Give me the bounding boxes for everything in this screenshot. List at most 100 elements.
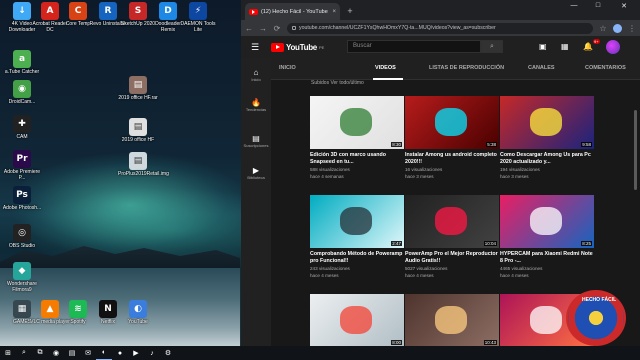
video-duration: 2:47: [391, 241, 402, 246]
channel-tabs: INICIO VIDEOS LISTAS DE REPRODUCCIÓN CANALE…: [271, 58, 640, 80]
desktop-icon-label: DroidCam...: [8, 99, 36, 105]
video-card[interactable]: 10:43: [405, 294, 499, 346]
guide-item[interactable]: ▶ Biblioteca: [241, 166, 271, 180]
create-video-icon[interactable]: ▣: [539, 42, 547, 51]
video-title[interactable]: Instalar Among us android completo 2020!…: [405, 152, 499, 166]
search-button[interactable]: ⌕: [481, 40, 503, 53]
menu-kebab-icon[interactable]: ⋮: [628, 24, 636, 33]
app-icon: Ps: [13, 186, 31, 204]
channel-tab[interactable]: CANALES: [528, 65, 555, 71]
search-input[interactable]: Buscar: [347, 40, 481, 53]
taskbar-item[interactable]: ◐: [96, 346, 112, 360]
taskbar-item[interactable]: ✉: [80, 346, 96, 360]
youtube-logo[interactable]: YouTube PE: [271, 42, 324, 52]
new-tab-button[interactable]: +: [344, 5, 356, 17]
desktop-icon[interactable]: ◆ Wondershare Filmora9: [2, 262, 42, 293]
video-duration: 8:25: [581, 241, 592, 246]
thumbnail-art: [340, 108, 372, 136]
url-field[interactable]: youtube.com/channel/UCZF1YsQhwHOmxY7Q-ta…: [287, 22, 593, 34]
app-icon: ⚡: [189, 2, 207, 20]
guide-item[interactable]: 🔥 Tendencias: [241, 98, 271, 112]
page-scrollbar[interactable]: [633, 80, 638, 340]
forward-icon[interactable]: →: [259, 24, 267, 33]
taskbar-item[interactable]: ⊞: [0, 346, 16, 360]
app-icon: R: [99, 2, 117, 20]
profile-avatar[interactable]: [613, 23, 622, 33]
desktop-icon[interactable]: ▤ 2019 office HF: [118, 118, 158, 143]
video-thumbnail[interactable]: 10:04: [405, 195, 499, 248]
thumbnail-art: [340, 306, 372, 334]
taskbar-item[interactable]: ⌕: [16, 346, 32, 360]
video-card[interactable]: 8:30 Edición 3D con marco usando Snapseed…: [310, 96, 404, 180]
video-card[interactable]: 9:58 Como Descargar Among Us para Pc 2020…: [500, 96, 594, 180]
desktop-icon[interactable]: ▤ 2019 office HF.rar: [118, 76, 158, 101]
video-title[interactable]: Como Descargar Among Us para Pc 2020 act…: [500, 152, 594, 166]
taskbar-item[interactable]: ⧉: [32, 346, 48, 360]
thumbnail-art: [435, 108, 467, 136]
video-title[interactable]: Comprobando Método de Poweramp pro Funci…: [310, 251, 404, 265]
desktop-icon-label: 2019 office HF.rar: [118, 95, 158, 101]
desktop-icon[interactable]: ▤ ProPlus2019Retail.img: [118, 152, 169, 177]
taskbar-item[interactable]: ▶: [128, 346, 144, 360]
video-card[interactable]: 5:38 Instalar Among us android completo 2…: [405, 96, 499, 180]
reload-icon[interactable]: ⟳: [273, 24, 281, 33]
desktop-icon[interactable]: Ps Adobe Photosh...: [2, 186, 42, 211]
channel-tab[interactable]: VIDEOS: [375, 65, 396, 71]
video-thumbnail[interactable]: 9:58: [500, 96, 594, 149]
desktop-icon[interactable]: Pr Adobe Premiere P...: [2, 150, 42, 181]
video-thumbnail[interactable]: 8:25: [500, 195, 594, 248]
desktop-icon[interactable]: ⚡ DAEMON Tools Lite: [178, 2, 218, 33]
video-card[interactable]: 10:04 PowerAmp Pro el Mejor Reproductor A…: [405, 195, 499, 279]
taskbar-item[interactable]: ♪: [144, 346, 160, 360]
desktop-icon[interactable]: a a.Tube Catcher: [2, 50, 42, 75]
taskbar-item[interactable]: ▤: [64, 346, 80, 360]
hamburger-menu-icon[interactable]: ☰: [251, 42, 265, 53]
channel-tab[interactable]: LISTAS DE REPRODUCCIÓN: [429, 65, 504, 71]
video-duration: 8:00: [391, 340, 402, 345]
app-icon: ◆: [13, 262, 31, 280]
guide-item[interactable]: ▤ Suscripciones: [241, 134, 271, 148]
video-title[interactable]: PowerAmp Pro el Mejor Reproductor Audio …: [405, 251, 499, 265]
video-card[interactable]: 2:47 Comprobando Método de Poweramp pro F…: [310, 195, 404, 279]
user-avatar[interactable]: [606, 40, 620, 54]
tab-strip: (12) Hecho Fácil - YouTube × + — □ ✕: [241, 0, 640, 20]
browser-tab-youtube[interactable]: (12) Hecho Fácil - YouTube ×: [245, 3, 340, 20]
notifications-bell-icon[interactable]: 🔔: [583, 42, 593, 51]
app-icon: ≋: [69, 300, 87, 318]
desktop-icon[interactable]: ◉ DroidCam...: [2, 80, 42, 105]
apps-grid-icon[interactable]: ▦: [561, 42, 569, 51]
taskbar-item[interactable]: ●: [112, 346, 128, 360]
video-thumbnail[interactable]: 10:43: [405, 294, 499, 346]
channel-tab[interactable]: INICIO: [279, 65, 296, 71]
video-title[interactable]: Edición 3D con marco usando Snapseed en …: [310, 152, 404, 166]
back-icon[interactable]: ←: [245, 24, 253, 33]
video-thumbnail[interactable]: 8:30: [310, 96, 404, 149]
video-title[interactable]: HYPERCAM para Xiaomi Redmi Note 8 Pro -.…: [500, 251, 594, 265]
taskbar-item[interactable]: ◉: [48, 346, 64, 360]
windows-taskbar: ⊞ ⌕ ⧉ ◉ ▤ ✉ ◐ ● ▶ ♪ ⚙: [0, 346, 640, 360]
taskbar-item[interactable]: ⚙: [160, 346, 176, 360]
desktop-icon-label: Adobe Premiere P...: [3, 169, 41, 181]
desktop-icon[interactable]: ✚ CAM: [2, 115, 42, 140]
guide-item[interactable]: ⌂ Inicio: [241, 68, 271, 82]
video-thumbnail[interactable]: 2:47: [310, 195, 404, 248]
video-views: 243 visualizaciones: [310, 266, 350, 271]
guide-item-icon: ▶: [252, 166, 260, 175]
desktop-icon[interactable]: ◎ OBS Studio: [2, 224, 42, 249]
video-thumbnail[interactable]: 5:38: [405, 96, 499, 149]
channel-tab[interactable]: COMENTARIOS: [585, 65, 626, 71]
video-duration: 5:38: [486, 142, 497, 147]
maximize-button[interactable]: □: [590, 2, 606, 9]
star-icon[interactable]: ☆: [599, 24, 607, 33]
video-card[interactable]: 8:25 HYPERCAM para Xiaomi Redmi Note 8 Pr…: [500, 195, 594, 279]
minimize-button[interactable]: —: [566, 2, 582, 9]
app-icon: ▤: [129, 152, 147, 170]
scrollbar-thumb[interactable]: [634, 110, 637, 190]
video-thumbnail[interactable]: 8:00: [310, 294, 404, 346]
close-window-button[interactable]: ✕: [616, 2, 632, 10]
close-tab-icon[interactable]: ×: [332, 9, 336, 15]
uploads-sort-label[interactable]: Subidos Ver todo/último: [311, 80, 364, 86]
app-icon: C: [69, 2, 87, 20]
desktop-icon[interactable]: ◐ YouTube: [118, 300, 158, 325]
video-card[interactable]: 8:00: [310, 294, 404, 346]
